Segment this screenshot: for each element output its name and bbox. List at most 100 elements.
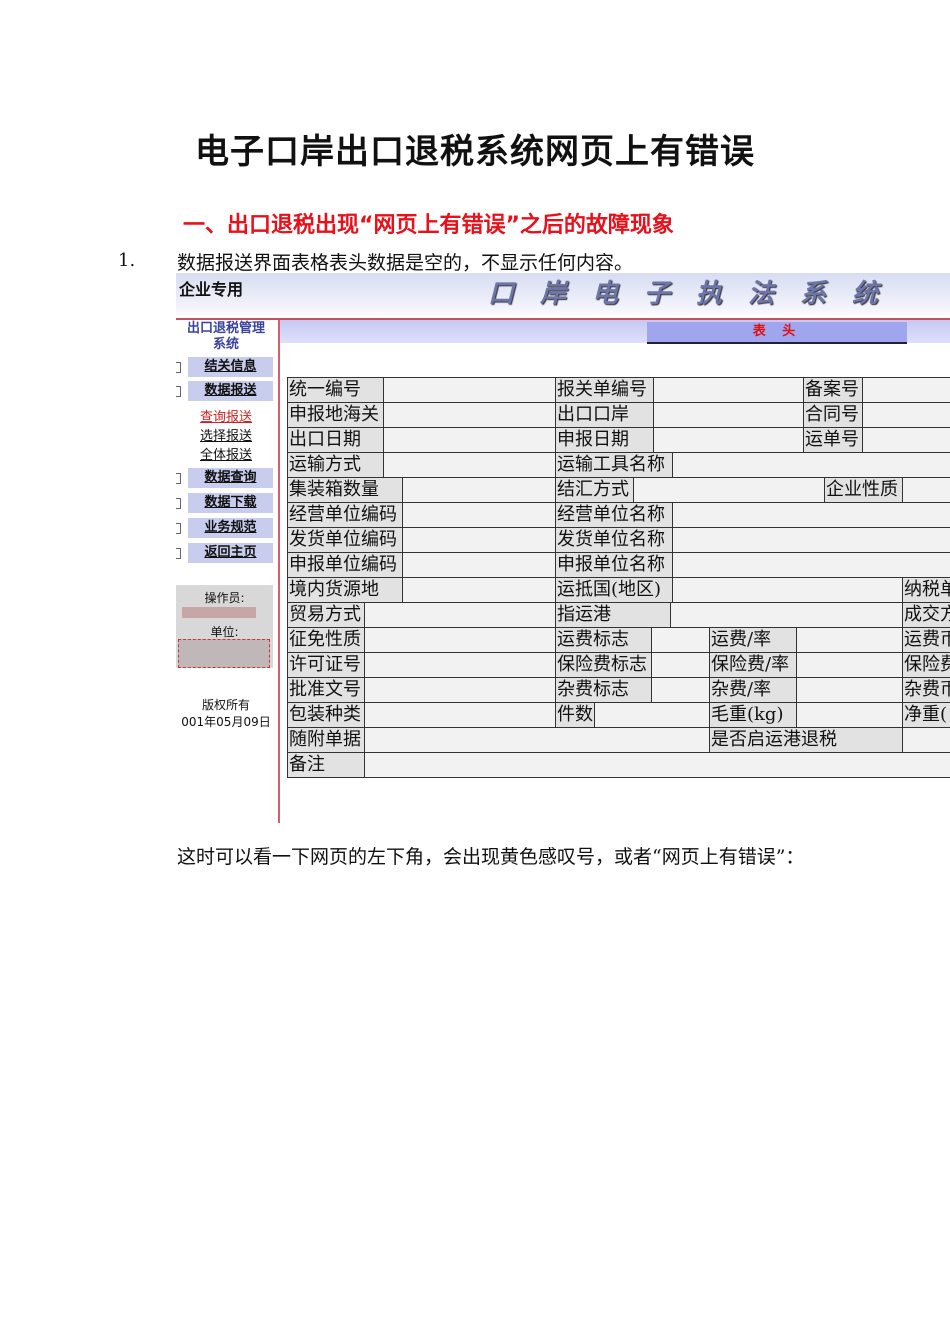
field-input[interactable] bbox=[364, 653, 555, 677]
table-row: 批准文号 杂费标志 杂费/率 杂费币 bbox=[287, 678, 950, 703]
field-input[interactable] bbox=[383, 378, 555, 402]
table-row: 发货单位编码 发货单位名称 bbox=[287, 528, 950, 553]
field-input[interactable] bbox=[796, 678, 902, 702]
field-input[interactable] bbox=[862, 428, 950, 452]
field-label: 申报日期 bbox=[555, 428, 653, 452]
menu-norms[interactable]: 业务规范 bbox=[176, 518, 273, 538]
field-label: 保险费/率 bbox=[709, 653, 796, 677]
field-label: 是否启运港退税 bbox=[709, 728, 902, 752]
field-label: 发货单位名称 bbox=[555, 528, 672, 552]
field-label: 运费/率 bbox=[709, 628, 796, 652]
menu-download[interactable]: 数据下载 bbox=[176, 493, 273, 513]
sidebar-title-line: 系统 bbox=[212, 337, 239, 352]
field-input[interactable] bbox=[672, 553, 950, 577]
field-input[interactable] bbox=[402, 578, 555, 602]
field-label: 集装箱数量 bbox=[287, 478, 402, 502]
field-input[interactable] bbox=[651, 628, 709, 652]
field-input[interactable] bbox=[402, 503, 555, 527]
document-title: 电子口岸出口退税系统网页上有错误 bbox=[195, 132, 755, 172]
redacted-unit bbox=[178, 639, 270, 668]
field-label: 经营单位编码 bbox=[287, 503, 402, 527]
field-input[interactable] bbox=[402, 553, 555, 577]
field-label: 净重( bbox=[902, 703, 950, 727]
field-label: 统一编号 bbox=[287, 378, 383, 402]
field-label: 征免性质 bbox=[287, 628, 364, 652]
field-input[interactable] bbox=[862, 403, 950, 427]
corp-label: 企业专用 bbox=[179, 280, 244, 299]
field-input[interactable] bbox=[383, 453, 555, 477]
field-input[interactable] bbox=[651, 678, 709, 702]
field-input[interactable] bbox=[796, 653, 902, 677]
unit-label: 单位: bbox=[210, 625, 239, 639]
field-input[interactable] bbox=[383, 403, 555, 427]
tab-header[interactable]: 表 头 bbox=[647, 322, 907, 344]
table-row: 境内货源地 运抵国(地区) 纳税单 bbox=[287, 578, 950, 603]
field-input[interactable] bbox=[672, 528, 950, 552]
table-row: 申报地海关 出口口岸 合同号 bbox=[287, 403, 950, 428]
menu-query[interactable]: 数据查询 bbox=[176, 468, 273, 488]
operator-box: 操作员: 单位: bbox=[176, 585, 273, 668]
field-label: 发货单位编码 bbox=[287, 528, 402, 552]
table-row: 统一编号 报关单编号 备案号 bbox=[287, 378, 950, 403]
field-input[interactable] bbox=[364, 728, 709, 752]
submenu-select[interactable]: 选择报送 bbox=[200, 425, 252, 444]
table-row: 申报单位编码 申报单位名称 bbox=[287, 553, 950, 578]
field-label: 备注 bbox=[287, 753, 364, 777]
field-input[interactable] bbox=[796, 628, 902, 652]
field-input[interactable] bbox=[651, 653, 709, 677]
menu-home[interactable]: 返回主页 bbox=[176, 543, 273, 563]
field-label: 杂费标志 bbox=[555, 678, 651, 702]
field-input[interactable] bbox=[402, 478, 555, 502]
menu-shujubaosong[interactable]: 数据报送 bbox=[176, 381, 273, 401]
field-label: 保险费标志 bbox=[555, 653, 651, 677]
submenu-query[interactable]: 查询报送 bbox=[200, 406, 252, 425]
field-label: 指运港 bbox=[555, 603, 670, 627]
field-input[interactable] bbox=[594, 703, 709, 727]
copyright-date: 001年05月09日 bbox=[181, 715, 271, 729]
field-input[interactable] bbox=[364, 628, 555, 652]
system-logo-title: 口岸电子执法系统 bbox=[488, 279, 905, 309]
field-label: 保险费 bbox=[902, 653, 950, 677]
copyright: 版权所有 bbox=[201, 698, 250, 712]
table-row: 贸易方式 指运港 成交方 bbox=[287, 603, 950, 628]
field-label: 随附单据 bbox=[287, 728, 364, 752]
list-number: 1. bbox=[118, 250, 136, 271]
submenu-all[interactable]: 全体报送 bbox=[200, 444, 252, 463]
field-input[interactable] bbox=[364, 753, 950, 777]
field-input[interactable] bbox=[902, 728, 950, 752]
field-input[interactable] bbox=[653, 428, 803, 452]
menu-jieguan[interactable]: 结关信息 bbox=[176, 357, 273, 377]
field-input[interactable] bbox=[364, 603, 555, 627]
table-row: 经营单位编码 经营单位名称 bbox=[287, 503, 950, 528]
field-label: 企业性质 bbox=[824, 478, 902, 502]
field-label: 件数 bbox=[555, 703, 594, 727]
field-input[interactable] bbox=[364, 678, 555, 702]
field-input[interactable] bbox=[672, 503, 950, 527]
table-row: 集装箱数量 结汇方式 企业性质 bbox=[287, 478, 950, 503]
table-row: 备注 bbox=[287, 753, 950, 778]
field-label: 纳税单 bbox=[902, 578, 950, 602]
field-input[interactable] bbox=[383, 428, 555, 452]
field-label: 杂费币 bbox=[902, 678, 950, 702]
field-input[interactable] bbox=[672, 578, 902, 602]
field-input[interactable] bbox=[364, 703, 555, 727]
table-row: 随附单据 是否启运港退税 bbox=[287, 728, 950, 753]
field-label: 经营单位名称 bbox=[555, 503, 672, 527]
field-input[interactable] bbox=[672, 453, 950, 477]
field-input[interactable] bbox=[862, 378, 950, 402]
field-input[interactable] bbox=[902, 478, 950, 502]
field-input[interactable] bbox=[402, 528, 555, 552]
field-label: 申报单位编码 bbox=[287, 553, 402, 577]
field-input[interactable] bbox=[653, 378, 803, 402]
field-label: 出口日期 bbox=[287, 428, 383, 452]
table-row: 运输方式 运输工具名称 bbox=[287, 453, 950, 478]
list-item-text: 数据报送界面表格表头数据是空的，不显示任何内容。 bbox=[177, 252, 634, 274]
field-input[interactable] bbox=[670, 603, 902, 627]
app-header: 企业专用 口岸电子执法系统 bbox=[176, 273, 950, 318]
field-label: 备案号 bbox=[803, 378, 862, 402]
field-input[interactable] bbox=[653, 403, 803, 427]
field-input[interactable] bbox=[796, 703, 902, 727]
field-input[interactable] bbox=[633, 478, 824, 502]
table-row: 出口日期 申报日期 运单号 bbox=[287, 428, 950, 453]
table-row: 许可证号 保险费标志 保险费/率 保险费 bbox=[287, 653, 950, 678]
